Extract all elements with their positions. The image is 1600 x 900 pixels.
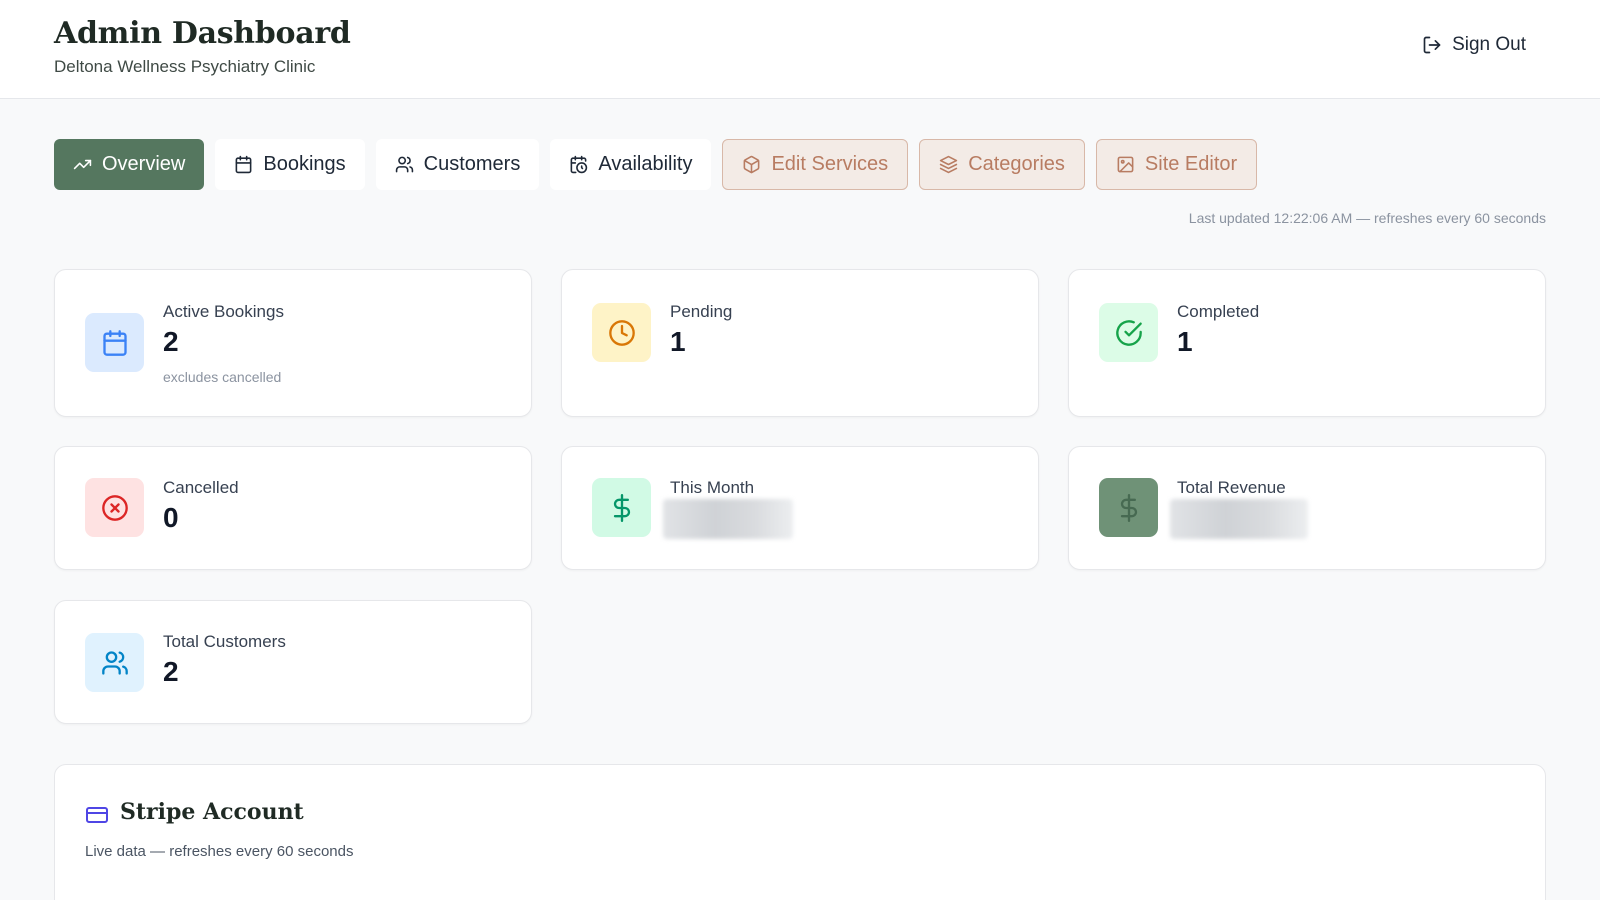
stat-label: Cancelled	[163, 478, 239, 497]
last-updated-text: Last updated 12:22:06 AM — refreshes eve…	[1188, 210, 1546, 226]
check-circle-icon	[1115, 319, 1142, 346]
stat-card-active-bookings: Active Bookings 2 excludes cancelled	[54, 269, 532, 417]
stat-card-this-month: This Month	[561, 446, 1039, 570]
sign-out-label: Sign Out	[1452, 34, 1526, 55]
clinic-name: Deltona Wellness Psychiatry Clinic	[54, 57, 316, 76]
calendar-icon	[102, 329, 127, 356]
stat-icon-box	[85, 478, 144, 537]
x-circle-icon	[101, 494, 128, 521]
credit-card-icon	[86, 807, 108, 823]
page-title: Admin Dashboard	[54, 16, 351, 51]
stat-note: excludes cancelled	[163, 369, 282, 385]
stat-icon-box	[85, 313, 144, 372]
stat-icon-box	[85, 633, 144, 692]
image-icon	[1117, 156, 1134, 173]
top-header: Admin Dashboard Deltona Wellness Psychia…	[0, 0, 1600, 99]
redacted-value	[1170, 499, 1308, 539]
stat-value: 1	[1177, 326, 1193, 357]
log-out-icon	[1423, 36, 1441, 54]
tab-categories[interactable]: Categories	[919, 139, 1085, 190]
calendar-clock-icon	[570, 155, 588, 174]
stat-icon-box	[592, 478, 651, 537]
tab-label: Availability	[598, 153, 693, 175]
stat-value: 2	[163, 326, 179, 357]
clock-icon	[608, 319, 635, 346]
stat-card-total-revenue: Total Revenue	[1068, 446, 1546, 570]
stat-card-total-customers: Total Customers 2	[54, 600, 532, 724]
stat-card-cancelled: Cancelled 0	[54, 446, 532, 570]
tab-site-editor[interactable]: Site Editor	[1095, 139, 1258, 190]
stripe-subtitle: Live data — refreshes every 60 seconds	[85, 843, 354, 860]
stat-icon-box	[1099, 478, 1158, 537]
stat-label: Total Revenue	[1177, 478, 1286, 497]
users-icon	[395, 156, 413, 173]
stat-icon-box	[592, 303, 651, 362]
stripe-account-section: Stripe Account Live data — refreshes eve…	[54, 764, 1546, 900]
stat-label: Completed	[1177, 302, 1260, 321]
redacted-value	[663, 499, 793, 539]
package-icon	[744, 155, 760, 174]
tab-edit-services[interactable]: Edit Services	[722, 139, 909, 190]
calendar-icon	[235, 155, 252, 174]
tab-label: Customers	[423, 153, 521, 175]
layers-icon	[939, 155, 958, 174]
tab-bookings[interactable]: Bookings	[215, 139, 365, 190]
dollar-icon	[613, 493, 630, 522]
stat-label: Total Customers	[163, 632, 286, 651]
stat-card-completed: Completed 1	[1068, 269, 1546, 417]
stat-value: 2	[163, 656, 179, 687]
stat-label: Active Bookings	[163, 302, 284, 321]
tab-label: Edit Services	[771, 153, 889, 175]
sign-out-button[interactable]: Sign Out	[1422, 34, 1526, 56]
tab-customers[interactable]: Customers	[375, 139, 540, 190]
stat-value: 1	[670, 326, 686, 357]
tab-label: Categories	[968, 153, 1065, 175]
stat-label: Pending	[670, 302, 733, 321]
stat-value: 0	[163, 502, 179, 533]
dollar-icon	[1120, 493, 1137, 522]
stripe-title: Stripe Account	[120, 799, 304, 825]
tab-availability[interactable]: Availability	[550, 139, 712, 190]
stat-icon-box	[1099, 303, 1158, 362]
users-icon	[101, 650, 128, 675]
dashboard-tabs: Overview Bookings Customers Availability…	[54, 139, 1258, 190]
tab-label: Site Editor	[1144, 153, 1238, 175]
tab-label: Bookings	[263, 153, 346, 175]
tab-overview[interactable]: Overview	[54, 139, 205, 190]
stat-label: This Month	[670, 478, 755, 497]
stat-card-pending: Pending 1	[561, 269, 1039, 417]
tab-label: Overview	[102, 153, 186, 175]
trending-up-icon	[73, 159, 92, 170]
